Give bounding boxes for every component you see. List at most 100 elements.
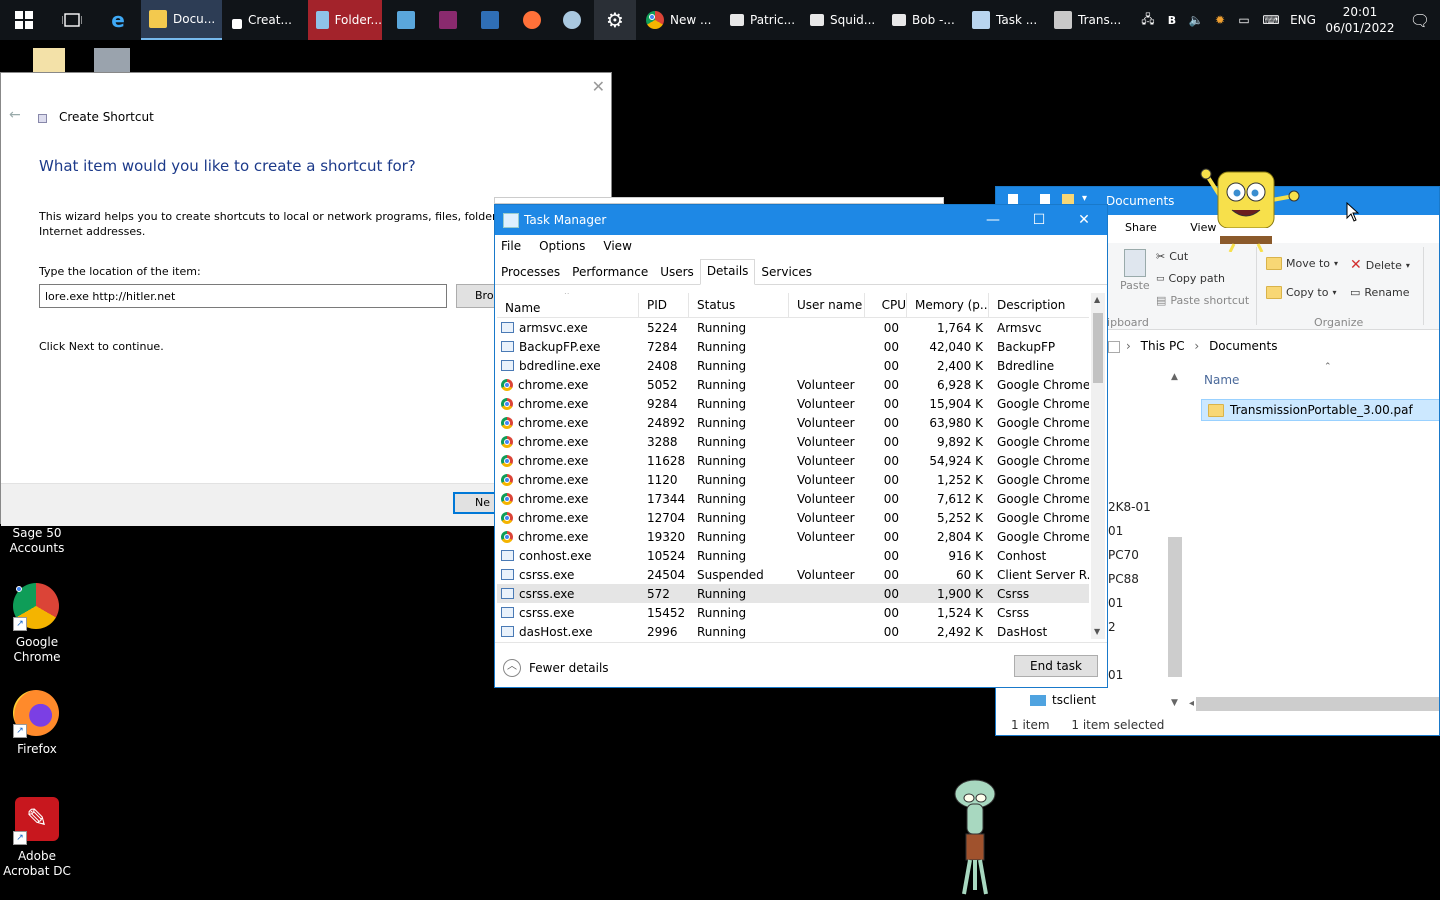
desktop-icon-acrobat[interactable]: ✎ ↗ Adobe Acrobat DC bbox=[0, 797, 74, 879]
new-folder-icon[interactable] bbox=[1062, 194, 1074, 204]
table-row[interactable]: chrome.exe 24892 Running Volunteer 00 63,980 … bbox=[497, 413, 1089, 432]
column-description[interactable]: Description bbox=[989, 293, 1089, 317]
breadcrumb-this-pc[interactable]: This PC bbox=[1141, 339, 1185, 353]
table-row[interactable]: csrss.exe 15452 Running 00 1,524 K Csrss bbox=[497, 603, 1089, 622]
delete-button[interactable]: ✕ Delete ▾ bbox=[1350, 257, 1410, 273]
menu-options[interactable]: Options bbox=[539, 239, 585, 253]
tab-processes[interactable]: Processes bbox=[495, 259, 566, 284]
spongebob-character[interactable] bbox=[1198, 166, 1302, 252]
column-memory[interactable]: Memory (p... bbox=[907, 293, 989, 317]
table-row[interactable]: chrome.exe 19320 Running Volunteer 00 2,804 K… bbox=[497, 527, 1089, 546]
table-row[interactable]: chrome.exe 9284 Running Volunteer 00 15,904 K… bbox=[497, 394, 1089, 413]
column-pid[interactable]: PID bbox=[639, 293, 689, 317]
breadcrumb-documents[interactable]: Documents bbox=[1209, 339, 1277, 353]
nav-pane-scrollbar[interactable]: ▲ ▼ bbox=[1168, 372, 1182, 712]
address-bar[interactable]: › This PC › Documents bbox=[1106, 339, 1277, 353]
keyboard-icon[interactable]: ⌨ bbox=[1256, 13, 1286, 27]
column-name[interactable]: Name bbox=[1204, 373, 1239, 387]
tab-services[interactable]: Services bbox=[755, 259, 818, 284]
app-tray-icon[interactable]: ✹ bbox=[1208, 13, 1232, 27]
taskbar-pinned-winrar[interactable] bbox=[428, 0, 468, 40]
chevron-down-icon[interactable]: ▾ bbox=[1082, 193, 1087, 204]
start-button[interactable] bbox=[0, 0, 48, 40]
menu-file[interactable]: File bbox=[501, 239, 521, 253]
column-user[interactable]: User name bbox=[789, 293, 865, 317]
table-row[interactable]: chrome.exe 11628 Running Volunteer 00 54,924 … bbox=[497, 451, 1089, 470]
network-tray-icon[interactable]: 🖧 bbox=[1136, 10, 1160, 31]
maximize-button[interactable]: ☐ bbox=[1016, 205, 1062, 235]
table-row[interactable]: chrome.exe 12704 Running Volunteer 00 5,252 K… bbox=[497, 508, 1089, 527]
column-cpu[interactable]: CPU bbox=[865, 293, 907, 317]
minimize-button[interactable]: — bbox=[970, 205, 1016, 235]
scroll-up-icon[interactable]: ▲ bbox=[1094, 295, 1100, 304]
nav-item[interactable]: 2 bbox=[1108, 620, 1116, 634]
location-input[interactable] bbox=[39, 284, 447, 308]
tab-details[interactable]: Details bbox=[699, 259, 756, 285]
taskbar-item-documents[interactable]: Docu... bbox=[141, 0, 222, 40]
taskbar-item-squidward[interactable]: Squid... bbox=[802, 0, 882, 40]
horizontal-scrollbar[interactable] bbox=[1196, 697, 1439, 711]
tab-users[interactable]: Users bbox=[654, 259, 700, 284]
table-row[interactable]: BackupFP.exe 7284 Running 00 42,040 K BackupF… bbox=[497, 337, 1089, 356]
scroll-up-icon[interactable]: ▲ bbox=[1171, 372, 1178, 382]
tab-performance[interactable]: Performance bbox=[566, 259, 654, 284]
taskbar-pinned-settings[interactable]: ⚙ bbox=[594, 0, 636, 40]
nav-item[interactable]: PC88 bbox=[1108, 572, 1139, 586]
paste-shortcut-button[interactable]: ▤ Paste shortcut bbox=[1156, 294, 1249, 307]
clock[interactable]: 20:01 06/01/2022 bbox=[1320, 4, 1400, 36]
scroll-down-icon[interactable]: ▼ bbox=[1171, 698, 1178, 708]
close-button[interactable]: ✕ bbox=[1061, 205, 1107, 235]
table-row[interactable]: bdredline.exe 2408 Running 00 2,400 K Bdredli… bbox=[497, 356, 1089, 375]
paste-button[interactable]: Paste bbox=[1120, 249, 1150, 292]
menu-view[interactable]: View bbox=[603, 239, 631, 253]
desktop-icon-chrome[interactable]: ↗ Google Chrome bbox=[0, 583, 74, 665]
taskbar-item-task-manager[interactable]: Task ... bbox=[964, 0, 1044, 40]
nav-item-tsclient[interactable]: tsclient bbox=[1030, 693, 1096, 707]
taskbar-pinned-app[interactable] bbox=[386, 0, 426, 40]
rename-button[interactable]: ▭ Rename bbox=[1350, 286, 1410, 299]
taskbar-pinned-firefox[interactable] bbox=[512, 0, 552, 40]
table-scrollbar[interactable]: ▲ ▼ bbox=[1091, 293, 1105, 639]
taskbar-item-transmission[interactable]: Trans... bbox=[1046, 0, 1126, 40]
taskbar-item-chrome[interactable]: New ... bbox=[638, 0, 720, 40]
copy-to-button[interactable]: Copy to ▾ bbox=[1266, 286, 1336, 299]
battery-icon[interactable]: ▭ bbox=[1232, 13, 1256, 27]
fewer-details-button[interactable]: ︿ Fewer details bbox=[503, 659, 609, 677]
taskbar-pinned-app2[interactable] bbox=[470, 0, 510, 40]
copy-path-button[interactable]: ▭ Copy path bbox=[1156, 272, 1225, 285]
table-row[interactable]: chrome.exe 1120 Running Volunteer 00 1,252 K G… bbox=[497, 470, 1089, 489]
tab-share[interactable]: Share bbox=[1125, 221, 1157, 234]
table-row[interactable]: csrss.exe 24504 Suspended Volunteer 00 60 K Cl… bbox=[497, 565, 1089, 584]
scroll-left-icon[interactable]: ◂ bbox=[1189, 698, 1194, 709]
notifications-icon[interactable]: 🗨 bbox=[1400, 11, 1440, 30]
end-task-button[interactable]: End task bbox=[1014, 655, 1098, 677]
move-to-button[interactable]: Move to ▾ bbox=[1266, 257, 1338, 270]
nav-item[interactable]: PC70 bbox=[1108, 548, 1139, 562]
taskbar-item-folder[interactable]: Folder... bbox=[308, 0, 382, 40]
table-row[interactable]: conhost.exe 10524 Running 00 916 K Conhost bbox=[497, 546, 1089, 565]
squidward-character[interactable] bbox=[950, 778, 1000, 898]
column-name[interactable]: Name ⌃ bbox=[497, 293, 639, 317]
table-row[interactable]: chrome.exe 17344 Running Volunteer 00 7,612 K… bbox=[497, 489, 1089, 508]
scroll-thumb[interactable] bbox=[1093, 313, 1103, 383]
taskbar-pinned-paint[interactable] bbox=[552, 0, 592, 40]
tray-letter[interactable]: B bbox=[1160, 14, 1184, 27]
desktop-icon-sage[interactable]: Sage 50 Accounts bbox=[0, 526, 74, 556]
table-row[interactable]: armsvc.exe 5224 Running 00 1,764 K Armsvc bbox=[497, 318, 1089, 337]
nav-item[interactable]: 01 bbox=[1108, 668, 1123, 682]
volume-icon[interactable]: 🔈 bbox=[1184, 13, 1208, 27]
column-status[interactable]: Status bbox=[689, 293, 789, 317]
close-icon[interactable]: ✕ bbox=[592, 77, 605, 96]
table-row[interactable]: csrss.exe 572 Running 00 1,900 K Csrss bbox=[497, 584, 1089, 603]
scroll-down-icon[interactable]: ▼ bbox=[1094, 627, 1100, 636]
nav-item[interactable]: 2K8-01 bbox=[1108, 500, 1151, 514]
task-view-button[interactable] bbox=[52, 0, 92, 40]
taskbar-item-create-shortcut[interactable]: Creat... bbox=[224, 0, 306, 40]
file-item[interactable]: TransmissionPortable_3.00.paf bbox=[1201, 399, 1439, 421]
table-row[interactable]: dasHost.exe 2996 Running 00 2,492 K DasHost bbox=[497, 622, 1089, 641]
cut-button[interactable]: ✂ Cut bbox=[1156, 250, 1188, 263]
taskbar-item-bob[interactable]: Bob -... bbox=[884, 0, 964, 40]
taskbar-item-patrick[interactable]: Patric... bbox=[722, 0, 802, 40]
input-language[interactable]: ENG bbox=[1286, 13, 1320, 27]
internet-explorer-button[interactable]: e bbox=[98, 0, 138, 40]
